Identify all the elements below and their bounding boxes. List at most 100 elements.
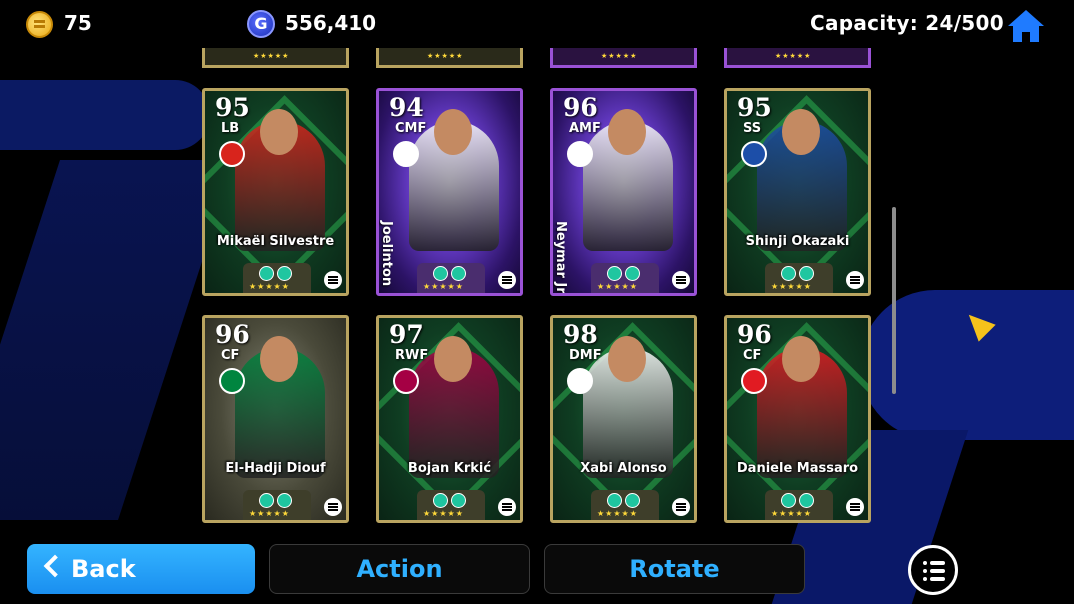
player-position: CF: [221, 348, 240, 363]
efootball-logo-icon: [846, 498, 864, 516]
skill-dot-icon: [433, 266, 448, 281]
efootball-logo-icon: [672, 498, 690, 516]
player-name: El-Hadji Diouf: [225, 461, 326, 476]
player-card[interactable]: 96 CF Daniele Massaro ★★★★★: [724, 315, 871, 523]
rotate-button[interactable]: Rotate: [544, 544, 805, 594]
player-head: [608, 109, 646, 155]
player-position: SS: [743, 121, 762, 136]
coin-icon: [26, 11, 53, 38]
skill-dot-icon: [451, 493, 466, 508]
player-position: LB: [221, 121, 240, 136]
player-position: AMF: [569, 121, 601, 136]
card-footer: ★★★★★: [591, 263, 659, 293]
star-rating: ★★★★★: [423, 282, 464, 291]
card-footer: ★★★★★: [765, 263, 833, 293]
star-rating: ★★★★★: [597, 509, 638, 518]
partial-card[interactable]: ★★★★★: [202, 48, 349, 68]
player-name: Bojan Krkić: [407, 461, 492, 476]
player-position: RWF: [395, 348, 429, 363]
player-card[interactable]: 95 SS Shinji Okazaki ★★★★★: [724, 88, 871, 296]
star-rating: ★★★★★: [771, 509, 812, 518]
player-card[interactable]: 96 AMF Neymar Jr ★★★★★: [550, 88, 697, 296]
player-rating: 96: [563, 93, 598, 122]
player-head: [260, 336, 298, 382]
gp-icon: G: [247, 10, 275, 38]
club-badge-icon: [741, 141, 767, 167]
player-rating: 96: [737, 320, 772, 349]
rotate-button-label: Rotate: [629, 555, 720, 583]
club-badge-icon: [393, 141, 419, 167]
player-position: CMF: [395, 121, 427, 136]
club-badge-icon: [393, 368, 419, 394]
efootball-logo-icon: [498, 498, 516, 516]
player-rating: 96: [215, 320, 250, 349]
club-badge-icon: [567, 141, 593, 167]
top-bar: 75 G 556,410 Capacity: 24/500: [0, 0, 1074, 50]
skill-dot-icon: [277, 266, 292, 281]
skill-dot-icon: [625, 493, 640, 508]
player-name: Neymar Jr: [553, 221, 568, 294]
home-icon[interactable]: [1006, 8, 1046, 44]
club-badge-icon: [219, 368, 245, 394]
player-head: [434, 336, 472, 382]
star-rating: ★★★★★: [423, 509, 464, 518]
player-rating: 95: [737, 93, 772, 122]
player-head: [782, 109, 820, 155]
skill-dot-icon: [259, 493, 274, 508]
partial-card[interactable]: ★★★★★: [724, 48, 871, 68]
back-button[interactable]: Back: [27, 544, 255, 594]
player-name: Shinji Okazaki: [745, 234, 850, 249]
partial-card[interactable]: ★★★★★: [376, 48, 523, 68]
star-rating: ★★★★★: [771, 282, 812, 291]
player-rating: 95: [215, 93, 250, 122]
efootball-logo-icon: [846, 271, 864, 289]
skill-dot-icon: [607, 493, 622, 508]
player-position: CF: [743, 348, 762, 363]
skill-dot-icon: [799, 266, 814, 281]
action-button[interactable]: Action: [269, 544, 530, 594]
background-shape: [0, 80, 210, 150]
action-button-label: Action: [356, 555, 443, 583]
card-footer: ★★★★★: [591, 490, 659, 520]
skill-dot-icon: [433, 493, 448, 508]
card-footer: ★★★★★: [765, 490, 833, 520]
efootball-logo-icon: [324, 498, 342, 516]
back-button-label: Back: [71, 555, 136, 583]
club-badge-icon: [741, 368, 767, 394]
chevron-left-icon: [43, 554, 67, 578]
star-rating: ★★★★★: [249, 282, 290, 291]
player-name: Mikaël Silvestre: [216, 234, 335, 249]
skill-dot-icon: [781, 266, 796, 281]
player-head: [434, 109, 472, 155]
skill-dot-icon: [607, 266, 622, 281]
card-footer: ★★★★★: [417, 263, 485, 293]
skill-dot-icon: [781, 493, 796, 508]
player-card[interactable]: 97 RWF Bojan Krkić ★★★★★: [376, 315, 523, 523]
capacity-label: Capacity: 24/500: [810, 11, 1004, 35]
player-name: Joelinton: [379, 221, 394, 287]
skill-dot-icon: [625, 266, 640, 281]
efootball-logo-icon: [498, 271, 516, 289]
partial-card[interactable]: ★★★★★: [550, 48, 697, 68]
card-footer: ★★★★★: [417, 490, 485, 520]
club-badge-icon: [219, 141, 245, 167]
player-head: [782, 336, 820, 382]
list-menu-icon[interactable]: [908, 545, 958, 595]
player-name: Xabi Alonso: [580, 461, 667, 476]
gp-balance: 556,410: [285, 11, 377, 35]
player-position: DMF: [569, 348, 602, 363]
player-rating: 98: [563, 320, 598, 349]
scrollbar[interactable]: [892, 207, 896, 394]
card-footer: ★★★★★: [243, 490, 311, 520]
player-name: Daniele Massaro: [736, 461, 859, 476]
player-card[interactable]: 95 LB Mikaël Silvestre ★★★★★: [202, 88, 349, 296]
player-card[interactable]: 96 CF El-Hadji Diouf ★★★★★: [202, 315, 349, 523]
coin-balance: 75: [64, 11, 92, 35]
player-card[interactable]: 94 CMF Joelinton ★★★★★: [376, 88, 523, 296]
skill-dot-icon: [259, 266, 274, 281]
player-card[interactable]: 98 DMF Xabi Alonso ★★★★★: [550, 315, 697, 523]
player-rating: 97: [389, 320, 424, 349]
background-shape: [0, 160, 236, 520]
card-footer: ★★★★★: [243, 263, 311, 293]
skill-dot-icon: [277, 493, 292, 508]
